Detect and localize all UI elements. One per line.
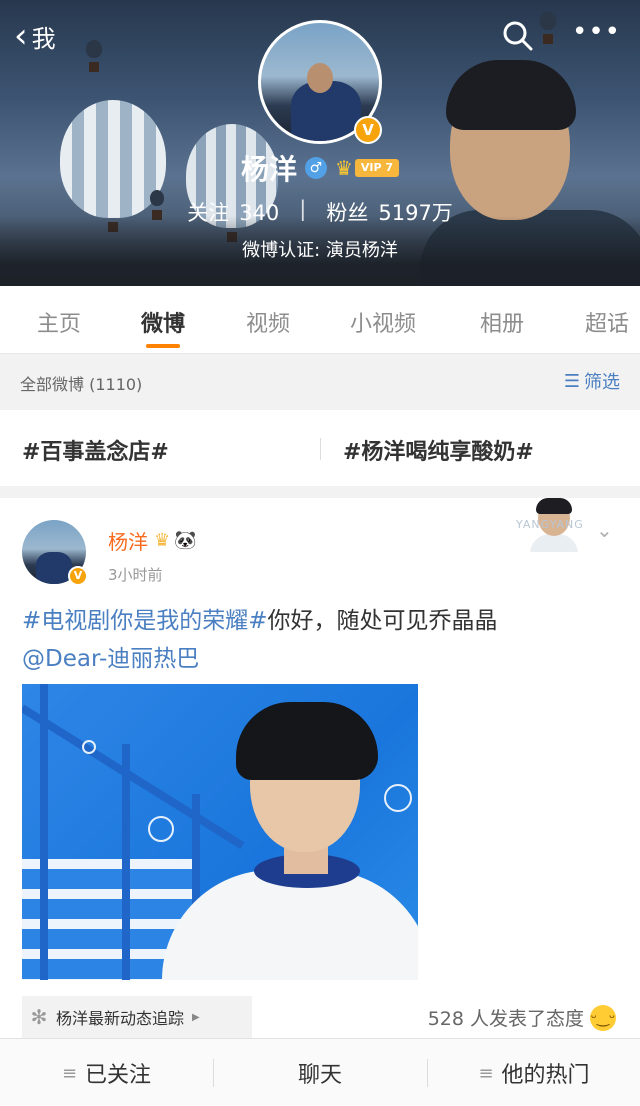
tab-album[interactable]: 相册	[480, 306, 524, 338]
filter-bar: 全部微博 (1110) ☰ 筛选	[0, 354, 640, 410]
active-tab-indicator	[146, 344, 180, 348]
topic-divider	[320, 438, 321, 460]
attitude-count[interactable]: 528 人发表了态度 ᵕ‿ᵕ	[428, 1004, 616, 1031]
chevron-left-icon: ‹	[14, 16, 28, 56]
topic-link[interactable]: #百事盖念店#	[22, 434, 169, 466]
following-count: 340	[239, 201, 280, 225]
profile-tabs: 主页 微博 视频 小视频 相册 超话	[0, 286, 640, 354]
verified-badge-icon: V	[354, 116, 382, 144]
more-horizontal-icon: •••	[572, 17, 622, 47]
post-text: #电视剧你是我的荣耀#你好，随处可见乔晶晶 @Dear-迪丽热巴	[22, 602, 622, 678]
menu-lines-icon: ≡	[61, 1062, 78, 1084]
his-popular-label: 他的热门	[501, 1063, 590, 1088]
filter-button[interactable]: ☰ 筛选	[564, 368, 620, 394]
male-gender-icon: ♂	[304, 157, 327, 179]
attitude-text: 528 人发表了态度	[427, 1008, 584, 1030]
post-image[interactable]	[22, 684, 418, 980]
his-popular-button[interactable]: ≡ 他的热门	[428, 1039, 640, 1106]
filter-label: 筛选	[584, 372, 620, 393]
profile-name: 杨洋	[240, 153, 297, 186]
stats-divider: |	[299, 197, 307, 221]
laugh-emoji-icon: ᵕ‿ᵕ	[590, 1004, 616, 1031]
tab-super-topic[interactable]: 超话	[585, 306, 629, 338]
panda-icon: 🐼	[174, 530, 197, 551]
following-label: 关注	[187, 201, 230, 225]
verified-badge-icon: V	[68, 566, 88, 586]
post-hashtag[interactable]: #电视剧你是我的荣耀#	[22, 608, 268, 634]
bottom-action-bar: ≡ 已关注 聊天 ≡ 他的热门	[0, 1038, 640, 1106]
post-time: 3小时前	[108, 566, 163, 584]
profile-name-row: 杨洋 ♂ ♛ VIP 7	[0, 148, 640, 188]
weibo-post: V 杨洋 ♛ 🐼 3小时前 YANGYANG ⌄ #电视剧你是我的荣耀#你好，随…	[0, 498, 640, 1038]
balloon-decoration	[540, 12, 556, 44]
post-body: 你好，随处可见乔晶晶	[267, 608, 498, 634]
crown-icon: ♛	[334, 156, 353, 180]
tab-weibo[interactable]: 微博	[141, 306, 185, 338]
topics-row: #百事盖念店# #杨洋喝纯享酸奶#	[0, 410, 640, 486]
filter-icon: ☰	[563, 370, 580, 392]
verification-text: 微博认证: 演员杨洋	[242, 240, 398, 261]
search-icon	[503, 21, 533, 51]
tracker-icon: ✻	[30, 1005, 48, 1029]
back-label: 我	[31, 24, 56, 53]
menu-lines-icon: ≡	[478, 1062, 494, 1084]
back-button[interactable]: ‹ 我	[14, 16, 56, 56]
tracker-link[interactable]: ✻ 杨洋最新动态追踪 ▶	[22, 996, 252, 1038]
following-stat[interactable]: 关注 340	[187, 197, 279, 227]
all-weibo-count[interactable]: 全部微博 (1110)	[20, 371, 142, 395]
post-mention[interactable]: @Dear-迪丽热巴	[22, 646, 199, 672]
profile-stats: 关注 340 | 粉丝 5197万	[0, 197, 640, 227]
chat-label: 聊天	[297, 1063, 342, 1088]
caret-right-icon: ▶	[192, 1011, 200, 1023]
chevron-down-icon[interactable]: ⌄	[596, 518, 613, 542]
tab-home[interactable]: 主页	[37, 306, 81, 338]
crown-icon: ♛	[154, 530, 171, 551]
tracker-label: 杨洋最新动态追踪	[56, 1009, 185, 1028]
followed-label: 已关注	[85, 1063, 152, 1088]
post-author-name: 杨洋	[108, 530, 148, 554]
search-button[interactable]	[500, 18, 536, 54]
more-button[interactable]: •••	[572, 18, 620, 54]
post-author[interactable]: 杨洋 ♛ 🐼	[108, 526, 197, 555]
followers-count: 5197万	[378, 201, 453, 225]
followers-label: 粉丝	[326, 201, 369, 225]
fan-card-thumbnail[interactable]: YANGYANG	[516, 498, 592, 552]
topic-link[interactable]: #杨洋喝纯享酸奶#	[343, 434, 534, 466]
followed-button[interactable]: ≡ 已关注	[0, 1039, 213, 1106]
chat-button[interactable]: 聊天	[214, 1039, 426, 1106]
followers-stat[interactable]: 粉丝 5197万	[326, 197, 452, 227]
tab-video[interactable]: 视频	[246, 306, 290, 338]
vip-badge[interactable]: VIP 7	[354, 159, 400, 177]
tab-short-video[interactable]: 小视频	[350, 306, 416, 338]
balloon-decoration	[86, 40, 102, 72]
card-watermark: YANGYANG	[516, 518, 584, 531]
